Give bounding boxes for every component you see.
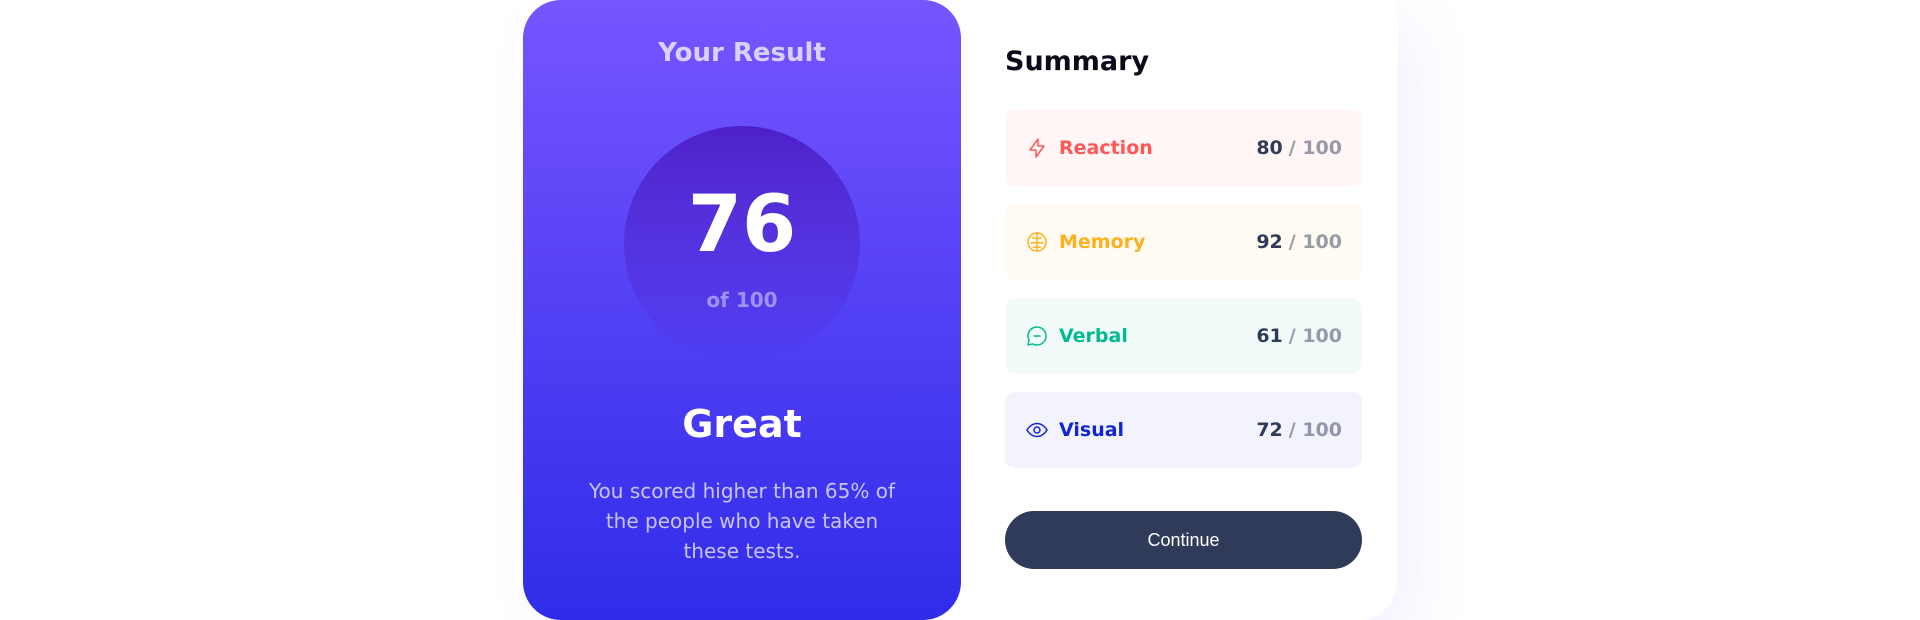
summary-item-score: 80: [1256, 137, 1283, 159]
grade-description: You scored higher than 65% of the people…: [588, 479, 895, 563]
summary-item-label: Reaction: [1059, 137, 1153, 159]
summary-item-out-of: / 100: [1288, 419, 1342, 441]
results-page: Your Result 76 of 100 Great You scored h…: [0, 0, 1920, 620]
summary-item-visual: Visual 72 / 100: [1005, 392, 1362, 468]
lightning-icon: [1025, 136, 1049, 160]
summary-item-out-of: / 100: [1288, 231, 1342, 253]
chat-bubble-icon: [1025, 324, 1049, 348]
result-title: Your Result: [658, 38, 826, 68]
summary-item-label: Memory: [1059, 231, 1146, 253]
summary-item-memory: Memory 92 / 100: [1005, 204, 1362, 280]
eye-icon: [1025, 418, 1049, 442]
score-value: 76: [687, 180, 797, 270]
summary-item-label: Visual: [1059, 419, 1125, 441]
brain-icon: [1025, 230, 1049, 254]
score-of-total: of 100: [706, 288, 778, 312]
results-card: Your Result 76 of 100 Great You scored h…: [523, 0, 1397, 620]
summary-item-label: Verbal: [1059, 325, 1128, 347]
summary-item-score: 92: [1256, 231, 1283, 253]
summary-item-out-of: / 100: [1288, 137, 1342, 159]
summary-item-out-of: / 100: [1288, 325, 1342, 347]
summary-item-score: 72: [1256, 419, 1283, 441]
result-panel: Your Result 76 of 100 Great You scored h…: [523, 0, 961, 620]
score-circle: 76 of 100: [624, 126, 860, 362]
summary-item-verbal: Verbal 61 / 100: [1005, 298, 1362, 374]
grade-heading: Great: [682, 402, 802, 446]
summary-title: Summary: [1005, 46, 1150, 77]
summary-item-score: 61: [1256, 325, 1283, 347]
continue-button[interactable]: Continue: [1005, 511, 1362, 569]
summary-panel: Summary Reaction 80 / 100 Memory 92 / 10…: [1005, 0, 1365, 620]
summary-item-reaction: Reaction 80 / 100: [1005, 110, 1362, 186]
